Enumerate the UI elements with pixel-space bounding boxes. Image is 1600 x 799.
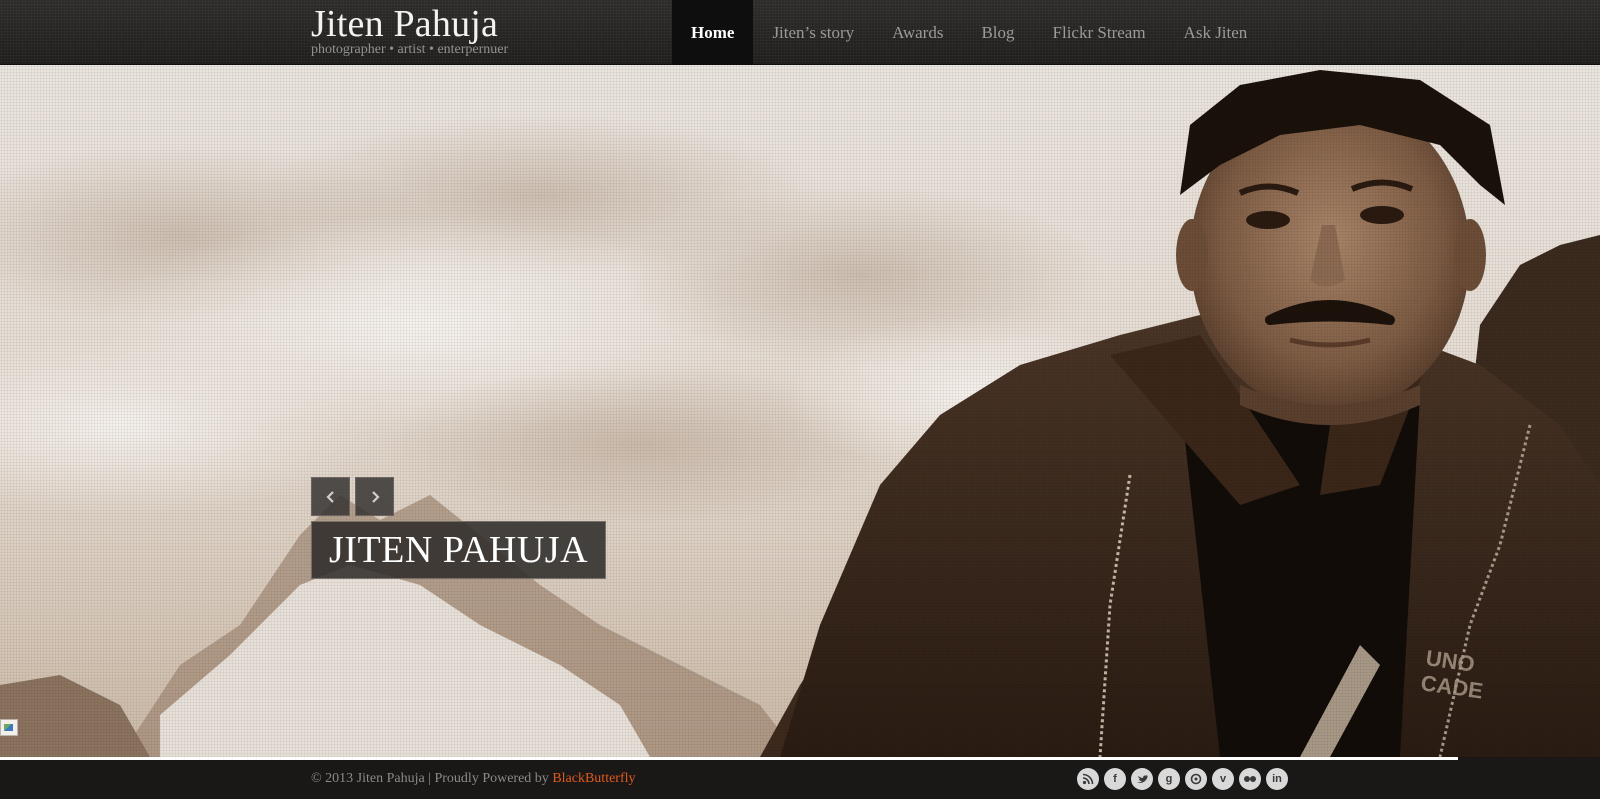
- slide-caption: JITEN PAHUJA: [311, 521, 607, 579]
- site-title[interactable]: Jiten Pahuja: [311, 4, 508, 44]
- linkedin-icon[interactable]: in: [1266, 768, 1288, 790]
- copyright-text: © 2013 Jiten Pahuja | Proudly Powered by: [311, 771, 553, 786]
- nav-item-flickr-stream[interactable]: Flickr Stream: [1034, 0, 1165, 65]
- flickr-icon[interactable]: [1239, 768, 1261, 790]
- footer-copyright: © 2013 Jiten Pahuja | Proudly Powered by…: [311, 771, 636, 787]
- social-links: f g v in: [1077, 768, 1288, 790]
- rss-icon[interactable]: [1077, 768, 1099, 790]
- nav-item-ask-jiten[interactable]: Ask Jiten: [1165, 0, 1267, 65]
- slider-next-button[interactable]: [355, 477, 394, 516]
- brand[interactable]: Jiten Pahuja photographer • artist • ent…: [311, 4, 508, 57]
- site-header: Jiten Pahuja photographer • artist • ent…: [0, 0, 1600, 65]
- hero-image: UNO CADE: [0, 70, 1600, 757]
- broken-image-icon: [0, 719, 18, 736]
- vimeo-icon[interactable]: v: [1212, 768, 1234, 790]
- nav-item-blog[interactable]: Blog: [962, 0, 1033, 65]
- slider-prev-button[interactable]: [311, 477, 350, 516]
- site-footer: © 2013 Jiten Pahuja | Proudly Powered by…: [0, 757, 1600, 799]
- picasa-icon[interactable]: [1185, 768, 1207, 790]
- slider-controls: [311, 477, 394, 516]
- facebook-icon[interactable]: f: [1104, 768, 1126, 790]
- hero-slider: UNO CADE: [0, 65, 1600, 757]
- nav-item-home[interactable]: Home: [672, 0, 754, 65]
- twitter-icon[interactable]: [1131, 768, 1153, 790]
- chevron-right-icon: [371, 490, 380, 503]
- nav-item-jitens-story[interactable]: Jiten’s story: [753, 0, 873, 65]
- blackbutterfly-link[interactable]: BlackButterfly: [552, 771, 635, 786]
- main-nav: Home Jiten’s story Awards Blog Flickr St…: [672, 0, 1266, 65]
- google-plus-icon[interactable]: g: [1158, 768, 1180, 790]
- nav-item-awards[interactable]: Awards: [873, 0, 962, 65]
- chevron-left-icon: [325, 490, 334, 503]
- footer-divider: [0, 757, 1458, 760]
- site-tagline: photographer • artist • enterpernuer: [311, 42, 509, 57]
